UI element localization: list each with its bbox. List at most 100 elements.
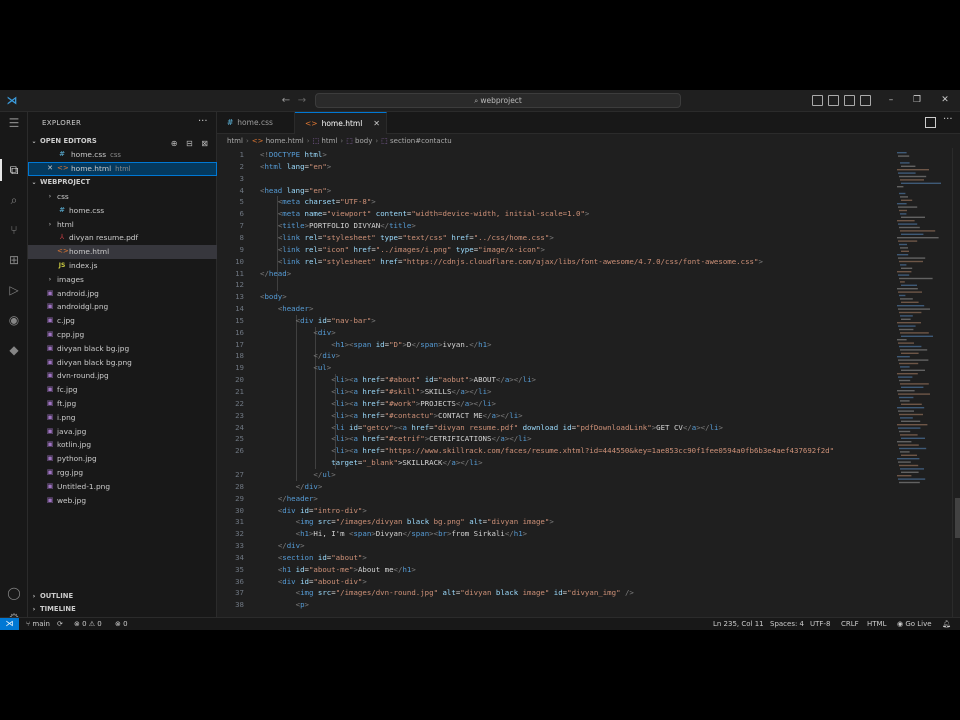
minimize-button[interactable]: – [884,93,898,108]
android-icon[interactable]: ◆ [6,342,22,358]
file-item[interactable]: ▣ ft.jpg [28,397,217,411]
file-item[interactable]: ▣ kotlin.jpg [28,438,217,452]
css-file-icon: # [227,118,234,127]
code-line: <!DOCTYPE html> [260,150,327,159]
file-item[interactable]: ▣ divyan black bg.jpg [28,342,217,356]
remote-indicator-icon[interactable]: ⋊ [0,618,19,630]
search-view-icon[interactable]: ⌕ [6,192,22,208]
scrollbar-thumb[interactable] [955,498,960,538]
breadcrumb-item[interactable]: home.html [266,137,304,145]
file-item[interactable]: ▣ dvn-round.jpg [28,369,217,383]
code-editor[interactable]: 1 <!DOCTYPE html> 2 <html lang="en"> 3 4 <head… [217,148,893,617]
toggle-panel-icon[interactable] [828,95,839,106]
open-editor-item[interactable]: # home.css css [28,148,217,162]
tab-home-css[interactable]: # home.css [217,112,295,134]
notifications-bell-icon[interactable]: 🔔︎ [942,618,951,630]
branch-indicator[interactable]: ⑂ main [26,618,50,630]
explorer-more-icon[interactable]: ··· [198,116,208,127]
menu-icon[interactable]: ☰ [6,115,22,131]
file-item[interactable]: ▣ Untitled-1.png [28,480,217,494]
extensions-icon[interactable]: ⊞ [6,252,22,268]
file-item[interactable]: JS index.js [28,259,217,273]
line-number: 37 [235,588,244,598]
code-line: <div> [313,327,336,337]
edge-devtools-icon[interactable]: ◉ [6,312,22,328]
language-mode[interactable]: HTML [867,618,886,630]
toggle-primary-sidebar-icon[interactable] [812,95,823,106]
file-item[interactable]: ▣ android.jpg [28,287,217,301]
indentation[interactable]: Spaces: 4 [770,618,804,630]
image-file-icon: ▣ [46,440,54,449]
timeline-header[interactable]: › TIMELINE [28,603,217,616]
file-item[interactable]: <> home.html [28,245,217,259]
tree-item-label: ft.jpg [57,399,77,408]
encoding[interactable]: UTF-8 [810,618,830,630]
chevron-right-icon: › [32,593,36,600]
split-editor-icon[interactable] [925,117,936,128]
close-window-button[interactable]: ✕ [938,93,952,108]
code-line: <head lang="en"> [260,185,332,195]
line-number: 35 [235,564,244,574]
folder-item[interactable]: › html [28,218,217,232]
account-icon[interactable]: ◯ [6,585,22,601]
file-item[interactable]: ▣ i.png [28,411,217,425]
file-item[interactable]: ▣ java.jpg [28,425,217,439]
editor-scrollbar[interactable] [952,148,960,617]
ports-indicator[interactable]: ⊗ 0 [115,618,128,630]
open-editors-header[interactable]: ⌄ OPEN EDITORS ⊕ ⊟ ⊠ [28,135,217,148]
html-file-icon: <> [57,164,69,172]
tree-item-label: androidgl.png [57,302,109,312]
image-file-icon: ▣ [46,330,54,338]
file-item[interactable]: ▣ divyan black bg.png [28,356,217,370]
command-center-search[interactable]: ⌕ webproject [315,93,681,108]
go-live-button[interactable]: ◉ Go Live [897,618,932,630]
file-item[interactable]: ▣ fc.jpg [28,383,217,397]
tab-label: home.css [237,118,273,127]
tree-item-label: rgg.jpg [57,468,84,477]
open-editor-item[interactable]: ✕ <> home.html html [28,162,217,176]
file-item[interactable]: # home.css [28,204,217,218]
image-file-icon: ▣ [46,302,54,311]
minimap[interactable] [893,148,948,508]
tab-label: home.html [321,119,363,128]
code-line: <li id="getcv"><a href="divyan resume.pd… [331,422,723,432]
code-line: <img src="/images/divyan black bg.png" a… [295,517,554,527]
back-arrow-icon[interactable]: ← [280,94,292,108]
close-icon[interactable]: ✕ [45,162,55,176]
run-debug-icon[interactable]: ▷ [6,282,22,298]
file-item[interactable]: ▣ web.jpg [28,494,217,508]
toggle-secondary-sidebar-icon[interactable] [844,95,855,106]
vscode-window: ⋊ ← → ⌕ webproject – ❐ ✕ ☰ ⧉ ⌕ ⑂ ⊞ ▷ ◉ ◆ … [0,90,960,630]
sync-icon[interactable]: ⟳ [57,618,63,630]
tab-home-html[interactable]: <> home.html ✕ [295,112,387,134]
file-item[interactable]: ▣ cpp.jpg [28,328,217,342]
open-editors-label: OPEN EDITORS [40,137,97,145]
tree-item-label: divyan resume.pdf [69,233,139,243]
workspace-header[interactable]: ⌄ WEBPROJECT [28,176,217,189]
tree-item-label: Untitled-1.png [57,481,111,491]
forward-arrow-icon[interactable]: → [296,94,308,108]
customize-layout-icon[interactable] [860,95,871,106]
source-control-icon[interactable]: ⑂ [6,222,22,238]
cursor-position[interactable]: Ln 235, Col 11 [713,618,764,630]
breadcrumb-item[interactable]: section#contactu [390,137,452,145]
file-item[interactable]: ▣ androidgl.png [28,300,217,314]
outline-header[interactable]: › OUTLINE [28,590,217,603]
breadcrumb-item[interactable]: body [355,137,372,145]
folder-item[interactable]: › css [28,190,217,204]
breadcrumb-item[interactable]: html [227,137,243,145]
breadcrumb-item[interactable]: html [321,137,337,145]
file-item[interactable]: ▣ rgg.jpg [28,466,217,480]
explorer-icon[interactable]: ⧉ [6,162,22,178]
problems-indicator[interactable]: ⊗ 0 ⚠ 0 [74,618,102,630]
folder-item[interactable]: › images [28,273,217,287]
file-item[interactable]: ▣ c.jpg [28,314,217,328]
file-item[interactable]: ▣ python.jpg [28,452,217,466]
line-ending[interactable]: CRLF [841,618,859,630]
close-tab-icon[interactable]: ✕ [373,113,380,135]
restore-button[interactable]: ❐ [910,93,924,108]
tree-item-label: home.css [69,205,105,215]
element-icon: ⬚ [381,137,388,145]
editor-more-icon[interactable]: ··· [943,114,953,125]
file-item[interactable]: ⅄ divyan resume.pdf [28,231,217,245]
